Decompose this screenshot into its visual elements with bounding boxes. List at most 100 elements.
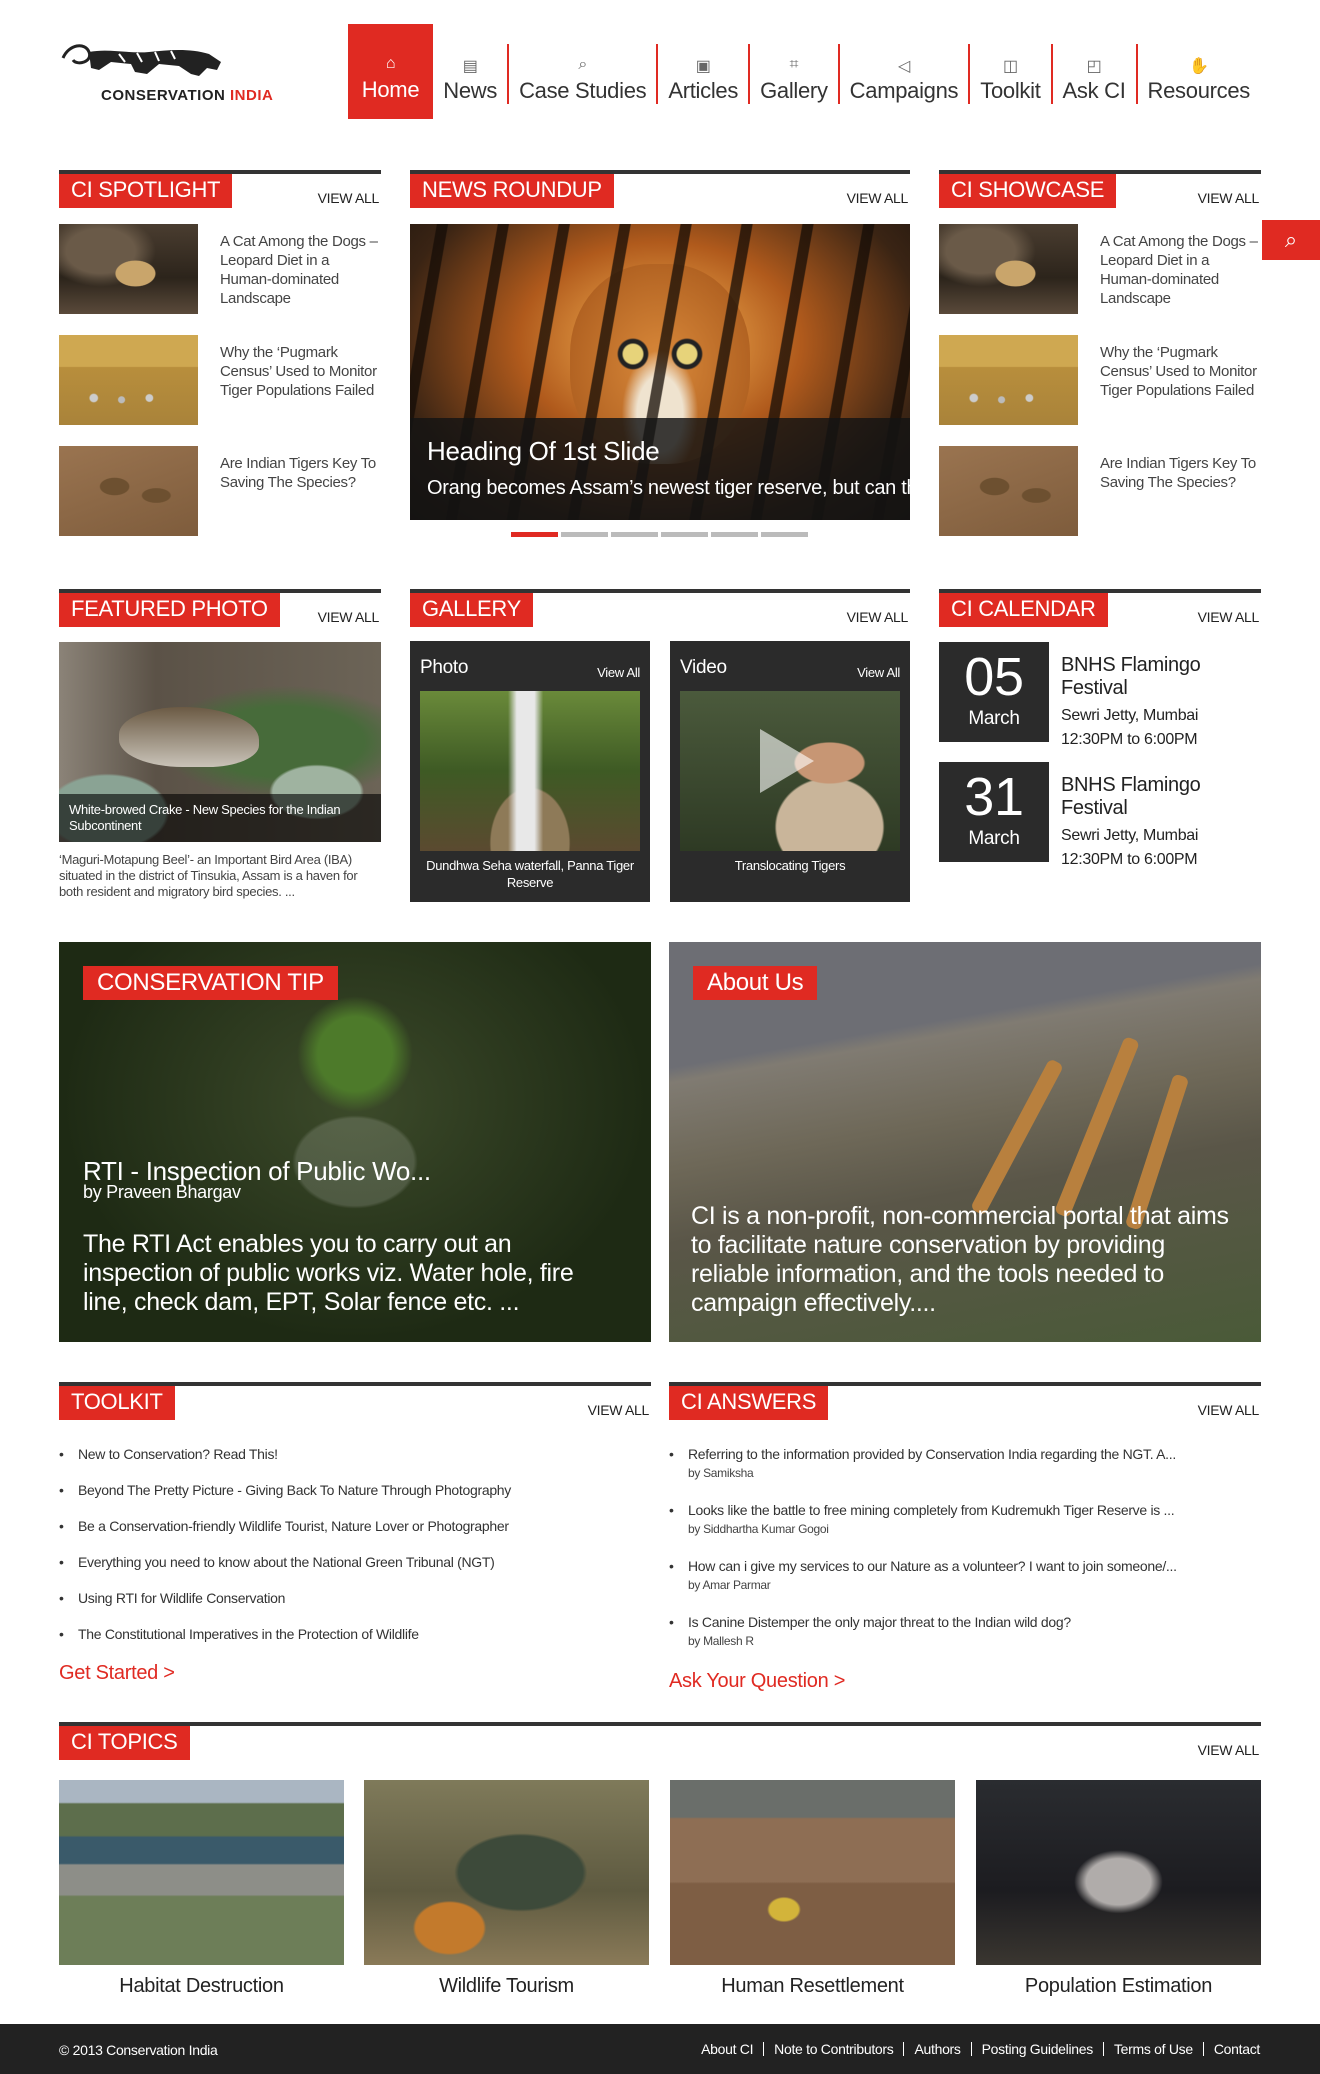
view-all-link[interactable]: VIEW ALL (318, 609, 380, 625)
slider-dot[interactable] (511, 532, 558, 537)
gallery-section: GALLERY VIEW ALL (410, 589, 910, 627)
bird-image (119, 707, 259, 767)
about-us-panel[interactable]: About Us CI is a non-profit, non-commerc… (669, 942, 1261, 1342)
get-started-link[interactable]: Get Started > (59, 1662, 175, 1684)
gallery-photo-box: Photo View All Dundhwa Seha waterfall, P… (410, 641, 650, 902)
view-all-link[interactable]: View All (597, 665, 640, 680)
gallery-label: Video (680, 657, 727, 678)
slider-dot[interactable] (761, 532, 808, 537)
event-month: March (968, 708, 1020, 729)
toolkit-item[interactable]: New to Conservation? Read This! (59, 1446, 651, 1482)
list-item[interactable]: Why the ‘Pugmark Census’ Used to Monitor… (59, 335, 381, 425)
view-all-link[interactable]: VIEW ALL (588, 1402, 650, 1418)
slide-heading: Heading Of 1st Slide (427, 436, 660, 466)
view-all-link[interactable]: VIEW ALL (847, 190, 909, 206)
footer-link[interactable]: Terms of Use (1102, 2042, 1203, 2056)
section-title: TOOLKIT (59, 1386, 175, 1420)
nav-resources[interactable]: ✋ Resources (1135, 44, 1260, 104)
news-slider[interactable]: Heading Of 1st Slide Orang becomes Assam… (410, 224, 910, 520)
answer-item[interactable]: Referring to the information provided by… (669, 1446, 1261, 1502)
nav-ask-ci[interactable]: ◰ Ask CI (1050, 44, 1136, 104)
video-thumbnail[interactable] (680, 691, 900, 851)
view-all-link[interactable]: VIEW ALL (318, 190, 380, 206)
topic-label: Habitat Destruction (119, 1975, 284, 1997)
footer-link[interactable]: About CI (691, 2042, 763, 2056)
question-author: by Mallesh R (688, 1634, 754, 1648)
footer-link[interactable]: Contact (1202, 2042, 1260, 2056)
list-item[interactable]: A Cat Among the Dogs – Leopard Diet in a… (939, 224, 1261, 314)
footer-link[interactable]: Authors (903, 2042, 970, 2056)
gallery-label: Photo (420, 657, 469, 678)
nav-gallery[interactable]: ⌗ Gallery (748, 44, 838, 104)
list-item[interactable]: Why the ‘Pugmark Census’ Used to Monitor… (939, 335, 1261, 425)
answer-item[interactable]: Is Canine Distemper the only major threa… (669, 1614, 1261, 1670)
photo-description: ‘Maguri-Motapung Beel’- an Important Bir… (59, 852, 358, 899)
thumbnail-image (59, 446, 198, 536)
item-title: Are Indian Tigers Key To Saving The Spec… (1100, 455, 1256, 491)
topic-image (976, 1780, 1261, 1965)
thumbnail-image (939, 335, 1078, 425)
topic-label: Human Resettlement (721, 1975, 904, 1997)
toolkit-item[interactable]: Using RTI for Wildlife Conservation (59, 1590, 651, 1626)
panel-title: CONSERVATION TIP (83, 966, 338, 1000)
topic-card[interactable]: Habitat Destruction (59, 1780, 344, 1998)
featured-photo[interactable]: White-browed Crake - New Species for the… (59, 642, 381, 842)
nav-label: Articles (668, 78, 739, 103)
nav-home[interactable]: ⌂ Home (347, 24, 434, 119)
list-item[interactable]: Are Indian Tigers Key To Saving The Spec… (59, 446, 381, 536)
site-logo[interactable]: CONSERVATION INDIA (59, 40, 289, 110)
question-text: Looks like the battle to free mining com… (688, 1502, 1175, 1518)
panel-title: About Us (693, 966, 818, 1000)
nav-campaigns[interactable]: ◁ Campaigns (837, 44, 969, 104)
view-all-link[interactable]: VIEW ALL (1198, 609, 1260, 625)
topic-image (364, 1780, 649, 1965)
nav-news[interactable]: ▤ News (433, 44, 507, 104)
slider-dot[interactable] (711, 532, 758, 537)
view-all-link[interactable]: VIEW ALL (1198, 190, 1260, 206)
slider-dot[interactable] (611, 532, 658, 537)
ask-question-link[interactable]: Ask Your Question > (669, 1670, 845, 1692)
play-icon (760, 729, 814, 793)
footer-link[interactable]: Note to Contributors (763, 2042, 903, 2056)
calendar-event[interactable]: 05 March BNHS Flamingo Festival Sewri Jett… (939, 642, 1261, 748)
answer-item[interactable]: Looks like the battle to free mining com… (669, 1502, 1261, 1558)
article-icon: ▣ (695, 58, 711, 75)
slider-dot[interactable] (561, 532, 608, 537)
list-item[interactable]: A Cat Among the Dogs – Leopard Diet in a… (59, 224, 381, 314)
topic-card[interactable]: Population Estimation (976, 1780, 1261, 1998)
logo-text: CONSERVATION INDIA (101, 87, 274, 104)
conservation-tip-panel[interactable]: CONSERVATION TIP RTI - Inspection of Pub… (59, 942, 651, 1342)
waterfall-image[interactable] (420, 691, 640, 851)
slider-dot[interactable] (661, 532, 708, 537)
view-all-link[interactable]: View All (857, 665, 900, 680)
nav-toolkit[interactable]: ◫ Toolkit (968, 44, 1050, 104)
view-all-link[interactable]: VIEW ALL (847, 609, 909, 625)
event-place: Sewri Jetty, Mumbai (1061, 707, 1199, 724)
topic-card[interactable]: Human Resettlement (670, 1780, 955, 1998)
giraffe-image (1053, 1035, 1141, 1219)
search-button[interactable]: ⌕ (1262, 220, 1320, 260)
view-all-link[interactable]: VIEW ALL (1198, 1742, 1260, 1758)
question-author: by Amar Parmar (688, 1578, 771, 1592)
toolkit-item[interactable]: Beyond The Pretty Picture - Giving Back … (59, 1482, 651, 1518)
toolkit-item[interactable]: Be a Conservation-friendly Wildlife Tour… (59, 1518, 651, 1554)
gallery-video-box: Video View All Translocating Tigers (670, 641, 910, 902)
list-item[interactable]: Are Indian Tigers Key To Saving The Spec… (939, 446, 1261, 536)
calendar-event[interactable]: 31 March BNHS Flamingo Festival Sewri Jett… (939, 762, 1261, 868)
topic-card[interactable]: Wildlife Tourism (364, 1780, 649, 1998)
section-title: CI ANSWERS (669, 1386, 829, 1420)
topic-label: Population Estimation (1024, 1975, 1213, 1997)
photo-caption: White-browed Crake - New Species for the… (59, 794, 381, 842)
toolkit-item[interactable]: The Constitutional Imperatives in the Pr… (59, 1626, 651, 1662)
search-icon: ⌕ (1284, 227, 1298, 252)
nav-case-studies[interactable]: ⌕ Case Studies (507, 44, 656, 104)
topics-section: CI TOPICS VIEW ALL (59, 1722, 1261, 1760)
nav-articles[interactable]: ▣ Articles (656, 44, 748, 104)
answer-item[interactable]: How can i give my services to our Nature… (669, 1558, 1261, 1614)
item-title: A Cat Among the Dogs – Leopard Diet in a… (1100, 233, 1258, 307)
footer-link[interactable]: Posting Guidelines (970, 2042, 1103, 2056)
toolkit-item[interactable]: Everything you need to know about the Na… (59, 1554, 651, 1590)
nav-label: Gallery (760, 78, 828, 103)
event-time: 12:30PM to 6:00PM (1061, 851, 1198, 868)
view-all-link[interactable]: VIEW ALL (1198, 1402, 1260, 1418)
